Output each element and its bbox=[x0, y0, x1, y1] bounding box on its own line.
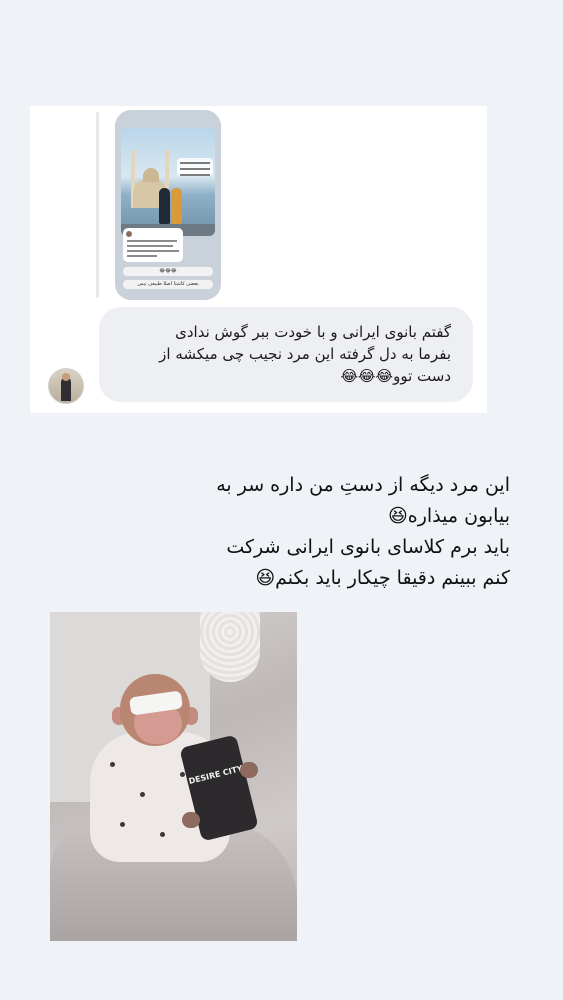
story-comment-box bbox=[123, 228, 183, 262]
person-figure bbox=[159, 188, 170, 224]
person-figure bbox=[171, 188, 182, 224]
story-reply-thumbnail[interactable]: 😂😂😂 بعضی کاشتا اصلا طبیعی نیس bbox=[115, 110, 221, 300]
lace-pillow bbox=[200, 612, 260, 682]
story-caption-bubble bbox=[177, 158, 213, 176]
reply-quote-bar bbox=[96, 112, 99, 298]
story-reactions-line: 😂😂😂 bbox=[123, 267, 213, 276]
story-caption-text: این مرد دیگه از دستِ من داره سر به بیابو… bbox=[216, 474, 510, 589]
monkey-hand bbox=[182, 812, 200, 828]
mosque-dome bbox=[143, 168, 159, 182]
monkey-photo: DESIRE CITY bbox=[50, 612, 297, 941]
story-photo bbox=[121, 128, 215, 236]
chat-card: 😂😂😂 بعضی کاشتا اصلا طبیعی نیس گفتم بانوی… bbox=[30, 106, 487, 413]
story-caption-line: بعضی کاشتا اصلا طبیعی نیس bbox=[123, 280, 213, 289]
monkey-hand bbox=[240, 762, 258, 778]
reply-message-text: گفتم بانوی ایرانی و با خودت ببر گوش نداد… bbox=[159, 323, 451, 385]
reply-message-bubble[interactable]: گفتم بانوی ایرانی و با خودت ببر گوش نداد… bbox=[99, 307, 473, 402]
avatar[interactable] bbox=[48, 368, 84, 404]
